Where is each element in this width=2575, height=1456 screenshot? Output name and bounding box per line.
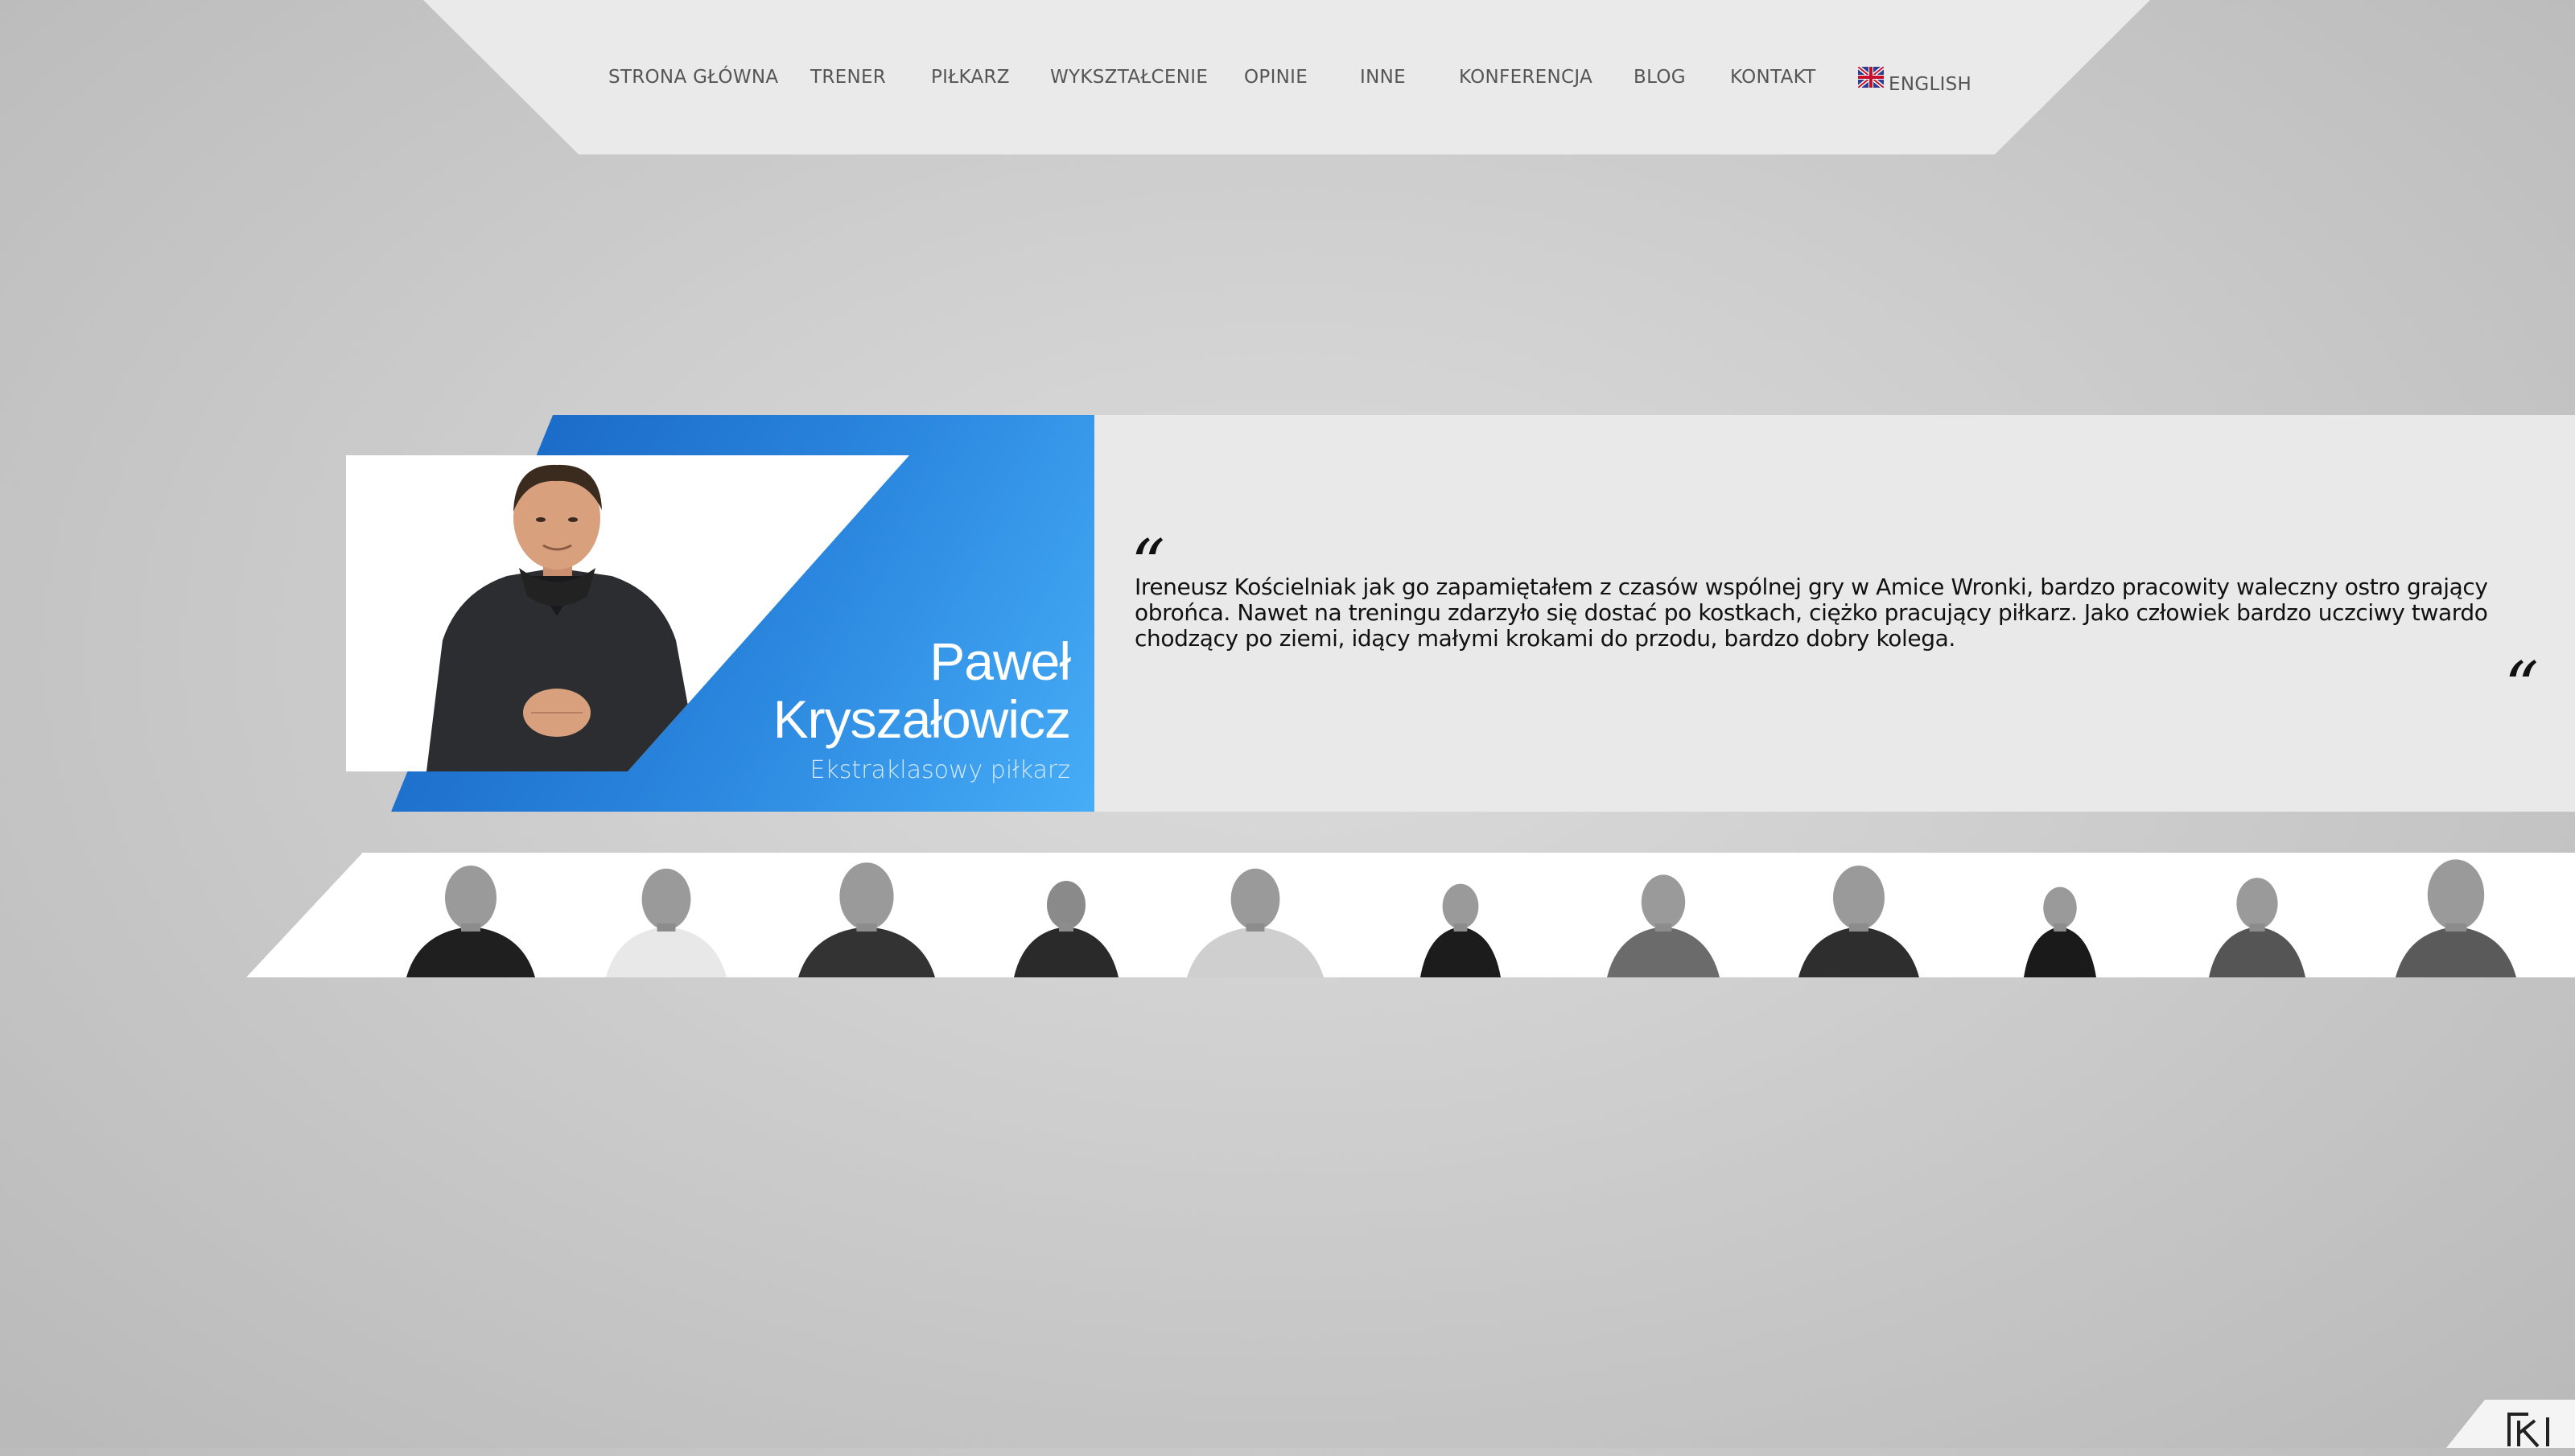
thumbnail-person[interactable] <box>1607 857 1720 977</box>
nav-menu: STRONA GŁÓWNA TRENER PIŁKARZ WYKSZTAŁCEN… <box>423 67 2150 95</box>
nav-item-wyksztalcenie[interactable]: WYKSZTAŁCENIE <box>1050 67 1208 88</box>
thumbnail-person[interactable] <box>1187 857 1324 977</box>
thumbnail-person[interactable] <box>1014 857 1119 977</box>
thumbnail-person[interactable] <box>2024 857 2096 977</box>
nav-item-konferencja[interactable]: KONFERENCJA <box>1459 67 1592 88</box>
person-first-name: Paweł <box>929 631 1071 691</box>
nav-item-blog[interactable]: BLOG <box>1634 67 1686 88</box>
thumbnail-person[interactable] <box>798 857 935 977</box>
testimonial-text: Ireneusz Kościelniak jak go zapamiętałem… <box>1135 574 2488 652</box>
person-last-name: Kryszałowicz <box>772 689 1071 749</box>
thumbnail-person[interactable] <box>1420 857 1501 977</box>
nav-item-home[interactable]: STRONA GŁÓWNA <box>608 67 778 88</box>
thumbnail-person[interactable] <box>2396 857 2516 977</box>
logo[interactable] <box>2507 1409 2561 1448</box>
nav-item-opinie[interactable]: OPINIE <box>1244 67 1308 88</box>
close-quote-icon: “ <box>2504 648 2539 726</box>
thumbnail-person[interactable] <box>2209 857 2305 977</box>
thumbnail-person[interactable] <box>406 857 535 977</box>
uk-flag-icon <box>1858 67 1884 88</box>
nav-item-inne[interactable]: INNE <box>1360 67 1406 88</box>
ik-logo-icon <box>2507 1413 2549 1448</box>
top-navigation: STRONA GŁÓWNA TRENER PIŁKARZ WYKSZTAŁCEN… <box>423 0 2150 154</box>
nav-item-kontakt[interactable]: KONTAKT <box>1730 67 1816 88</box>
nav-item-pilkarz[interactable]: PIŁKARZ <box>931 67 1010 88</box>
nav-item-english[interactable]: ENGLISH <box>1858 67 1971 95</box>
person-name: Paweł Kryszałowicz <box>772 631 1071 749</box>
nav-item-english-label: ENGLISH <box>1889 74 1972 95</box>
person-role: Ekstraklasowy piłkarz <box>810 756 1070 784</box>
thumbnail-person[interactable] <box>606 857 727 977</box>
thumbnail-person[interactable] <box>1798 857 1919 977</box>
nav-item-trener[interactable]: TRENER <box>810 67 886 88</box>
